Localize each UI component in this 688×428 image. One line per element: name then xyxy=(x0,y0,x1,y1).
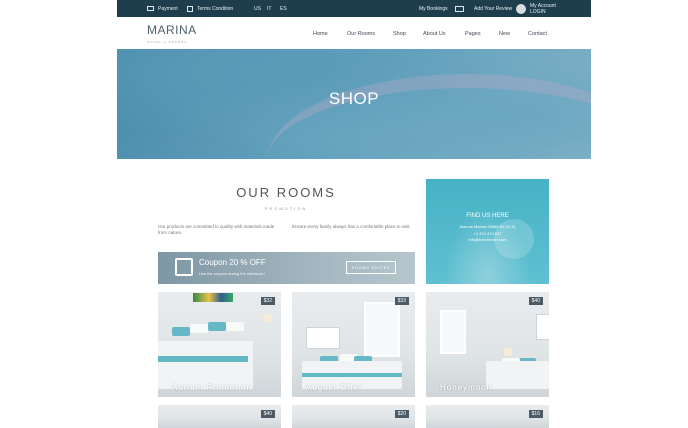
room-card[interactable]: $32 Auttum Promotion xyxy=(158,292,281,397)
card-icon xyxy=(147,6,154,11)
coupon-banner: Coupon 20 % OFF Use the coupon during th… xyxy=(158,252,415,284)
payment-link[interactable]: Payment xyxy=(147,0,178,17)
top-bar: Payment Terms Condition US IT ES My Book… xyxy=(117,0,591,17)
hero-title: SHOP xyxy=(328,89,380,108)
price-badge: $40 xyxy=(260,410,275,418)
lang-es[interactable]: ES xyxy=(280,0,287,17)
card-label: August Offer xyxy=(306,383,363,392)
price-badge: $16 xyxy=(528,410,543,418)
nav-new[interactable]: New xyxy=(499,31,510,37)
login-label: LOGIN xyxy=(530,8,546,15)
hero-rainbow xyxy=(267,74,591,159)
room-card[interactable]: $33 August Offer xyxy=(292,292,415,397)
hero-banner: SHOP xyxy=(117,49,591,159)
nav-home[interactable]: Home xyxy=(313,31,328,37)
lang-it[interactable]: IT xyxy=(267,0,271,17)
logo[interactable]: MARINA xyxy=(147,23,197,37)
price-badge: $20 xyxy=(394,410,409,418)
terms-link[interactable]: Terms Condition xyxy=(187,0,233,17)
nav-contact[interactable]: Contact xyxy=(528,31,547,37)
section-subtitle: - PROMOTION - xyxy=(258,206,314,211)
coupon-desc: Use the coupon during the checkout ! xyxy=(199,271,266,276)
phone: +1 374 474 637 xyxy=(473,231,502,236)
email[interactable]: info@hotelresort.com xyxy=(426,237,549,242)
intro-text-left: Our products are committed to quality wi… xyxy=(158,224,275,235)
calendar-check-icon xyxy=(175,258,193,276)
section-title: OUR ROOMS xyxy=(236,185,336,200)
painting xyxy=(193,293,233,302)
find-us-panel: FIND US HERE Avenue Marina 34568 NY (U.S… xyxy=(426,179,549,284)
avatar xyxy=(516,3,526,14)
nav-shop[interactable]: Shop xyxy=(393,31,406,37)
address: Avenue Marina 34568 NY (U.S) xyxy=(459,224,516,229)
room-card[interactable]: $40 Honeymoon xyxy=(426,292,549,397)
card-label: Auttum Promotion xyxy=(172,383,253,392)
main-nav: MARINA HOTEL & RESORT Home Our Rooms Sho… xyxy=(117,17,591,49)
nav-about-us[interactable]: About Us xyxy=(423,31,446,37)
coupon-title: Coupon 20 % OFF xyxy=(199,258,266,267)
checkbox-icon xyxy=(187,5,193,12)
nav-our-rooms[interactable]: Our Rooms xyxy=(347,31,375,37)
lang-us[interactable]: US xyxy=(254,0,261,17)
price-badge: $32 xyxy=(260,297,275,305)
room-card[interactable]: $40 xyxy=(158,405,281,428)
mail-icon xyxy=(455,5,464,12)
find-us-title: FIND US HERE xyxy=(466,213,509,219)
logo-subtitle: HOTEL & RESORT xyxy=(147,40,188,44)
intro-text-right: Ensure every family always has a comfort… xyxy=(292,224,411,229)
my-bookings-link[interactable]: My Bookings xyxy=(419,0,448,17)
price-badge: $33 xyxy=(394,297,409,305)
nav-pages[interactable]: Pages xyxy=(465,31,481,37)
room-card[interactable]: $16 xyxy=(426,405,549,428)
card-label: Honeymoon xyxy=(440,383,493,392)
add-review-link[interactable]: Add Your Review xyxy=(455,0,512,17)
price-badge: $40 xyxy=(528,297,543,305)
rooms-suites-button[interactable]: ROOMS SUITES xyxy=(346,261,396,274)
room-card[interactable]: $20 xyxy=(292,405,415,428)
account-link[interactable]: My Account LOGIN xyxy=(516,0,556,17)
